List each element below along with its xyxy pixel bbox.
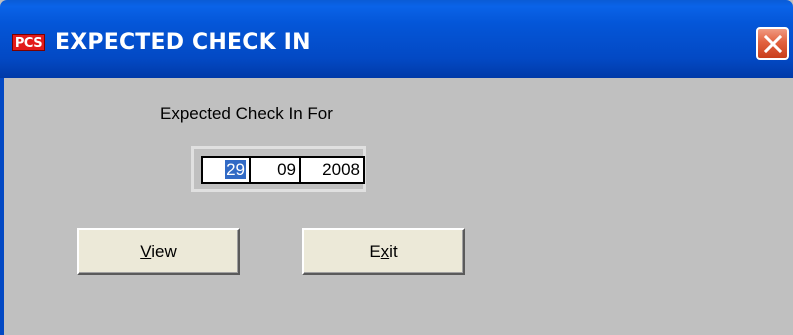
expected-check-in-label: Expected Check In For <box>160 104 333 123</box>
exit-label-start: E <box>369 242 381 261</box>
year-field[interactable]: 2008 <box>301 158 363 182</box>
view-button[interactable]: View <box>77 228 240 275</box>
month-field[interactable]: 09 <box>251 158 301 182</box>
window-body <box>0 78 793 335</box>
close-button[interactable] <box>756 27 789 60</box>
date-input[interactable]: 29 09 2008 <box>201 156 365 184</box>
view-mnemonic: V <box>140 242 152 261</box>
date-picker: 29 09 2008 <box>191 146 366 192</box>
view-label-rest: iew <box>151 242 177 261</box>
close-icon <box>763 34 783 54</box>
title-bar[interactable]: PCS EXPECTED CHECK IN <box>0 0 793 78</box>
exit-button[interactable]: Exit <box>302 228 465 275</box>
pcs-app-icon: PCS <box>12 34 45 51</box>
window-title: EXPECTED CHECK IN <box>55 30 311 55</box>
day-field[interactable]: 29 <box>203 158 251 182</box>
exit-mnemonic: x <box>380 242 390 261</box>
day-value: 29 <box>225 160 246 179</box>
exit-label-end: it <box>389 242 398 261</box>
window: PCS EXPECTED CHECK IN Expected Check In … <box>0 0 793 335</box>
